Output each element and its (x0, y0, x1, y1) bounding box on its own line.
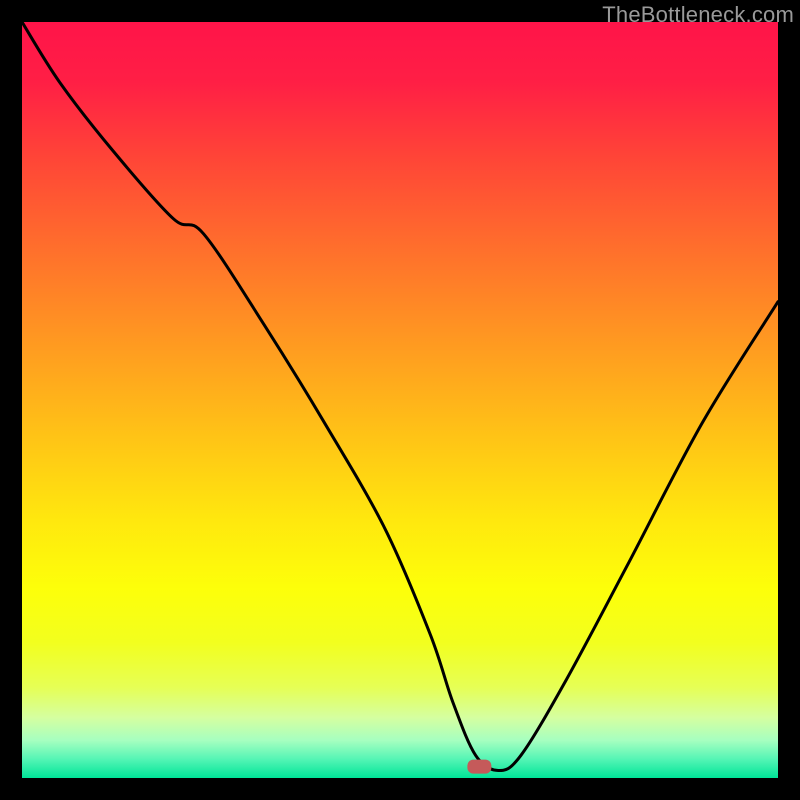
watermark-text: TheBottleneck.com (602, 2, 794, 28)
plot-area (22, 22, 778, 778)
optimal-marker (467, 760, 491, 774)
gradient-background (22, 22, 778, 778)
chart-frame: TheBottleneck.com (0, 0, 800, 800)
plot-svg (22, 22, 778, 778)
